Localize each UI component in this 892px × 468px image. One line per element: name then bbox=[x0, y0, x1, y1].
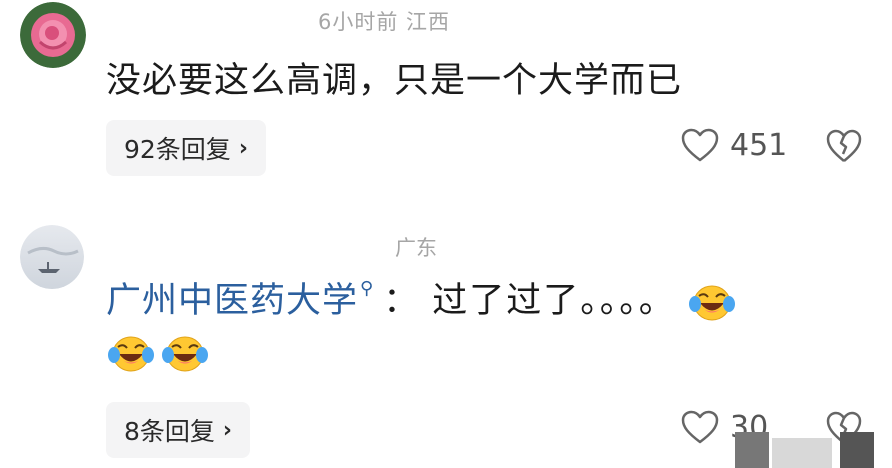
comment-text-line: 广州中医药大学 ⚲ ： 过了过了。。。。 bbox=[106, 272, 737, 323]
avatar[interactable] bbox=[20, 225, 84, 289]
dislike-button[interactable] bbox=[825, 128, 863, 168]
comment-meta: 6小时前 江西 bbox=[318, 10, 451, 34]
watermark-block bbox=[772, 438, 832, 468]
laughing-crying-emoji bbox=[106, 333, 156, 373]
watermark-block bbox=[840, 432, 874, 468]
replies-count: 8条回复 bbox=[124, 417, 215, 446]
comment-meta: 广东 bbox=[395, 236, 437, 260]
search-icon[interactable]: ⚲ bbox=[360, 278, 373, 299]
chevron-right-icon: › bbox=[222, 417, 232, 443]
mention-link[interactable]: 广州中医药大学 bbox=[106, 281, 358, 321]
heart-outline-icon bbox=[681, 128, 719, 162]
replies-count: 92条回复 bbox=[124, 135, 231, 164]
chevron-right-icon: › bbox=[238, 135, 248, 161]
mention-separator: ： bbox=[383, 281, 419, 321]
view-replies-button[interactable]: 8条回复 › bbox=[106, 402, 250, 458]
comment-text-line bbox=[106, 333, 214, 373]
watermark-block bbox=[735, 432, 769, 468]
heart-outline-icon bbox=[681, 410, 719, 444]
comment-item: 6小时前 江西 没必要这么高调，只是一个大学而已 92条回复 › 451 bbox=[0, 0, 892, 195]
like-count: 451 bbox=[730, 127, 788, 163]
laughing-crying-emoji bbox=[687, 282, 737, 322]
comment-text: 没必要这么高调，只是一个大学而已 bbox=[106, 61, 683, 101]
view-replies-button[interactable]: 92条回复 › bbox=[106, 120, 266, 176]
comment-text: 过了过了。。。。 bbox=[432, 281, 676, 321]
like-button[interactable]: 451 bbox=[680, 127, 787, 163]
avatar[interactable] bbox=[20, 2, 86, 68]
laughing-crying-emoji bbox=[160, 333, 210, 373]
broken-heart-icon bbox=[826, 129, 862, 162]
comment-item: 广东 广州中医药大学 ⚲ ： 过了过了。。。。 8条回复 › 30 bbox=[0, 205, 892, 468]
